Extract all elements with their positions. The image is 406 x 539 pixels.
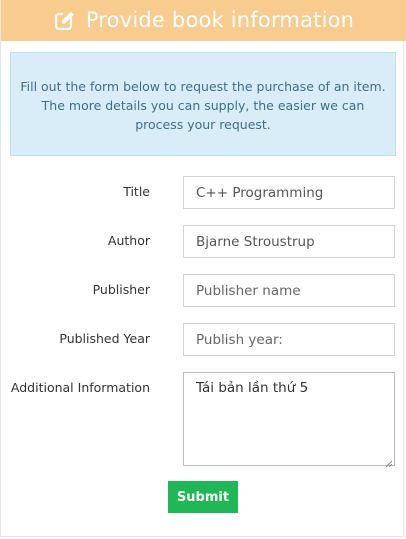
publisher-input[interactable]: Publisher name: [183, 274, 395, 307]
published-year-input-placeholder: Publish year:: [196, 331, 283, 348]
published-year-input[interactable]: Publish year:: [183, 323, 395, 356]
author-input-value: Bjarne Stroustrup: [196, 233, 315, 250]
additional-info-textarea[interactable]: Tái bản lần thứ 5: [183, 372, 395, 468]
edit-icon: [54, 10, 76, 32]
publisher-input-placeholder: Publisher name: [196, 282, 301, 299]
info-alert: Fill out the form below to request the p…: [10, 52, 396, 156]
info-text-line: Fill out the form below to request the p…: [20, 79, 386, 94]
resize-handle-icon[interactable]: [385, 456, 393, 468]
published-year-label: Published Year: [59, 331, 150, 346]
info-text-line: process your request.: [135, 117, 271, 132]
title-input[interactable]: C++ Programming: [183, 176, 395, 209]
panel-header: Provide book information: [1, 0, 406, 41]
submit-button[interactable]: Submit: [168, 481, 238, 513]
publisher-label: Publisher: [92, 282, 150, 297]
book-request-panel: Provide book information Fill out the fo…: [0, 0, 406, 537]
title-label: Title: [123, 184, 150, 199]
title-input-value: C++ Programming: [196, 184, 324, 201]
info-text-line: The more details you can supply, the eas…: [41, 98, 365, 113]
additional-info-value: Tái bản lần thứ 5: [196, 380, 309, 396]
page-title: Provide book information: [85, 8, 355, 32]
author-input[interactable]: Bjarne Stroustrup: [183, 225, 395, 258]
author-label: Author: [107, 233, 150, 248]
additional-info-label: Additional Information: [10, 380, 150, 395]
